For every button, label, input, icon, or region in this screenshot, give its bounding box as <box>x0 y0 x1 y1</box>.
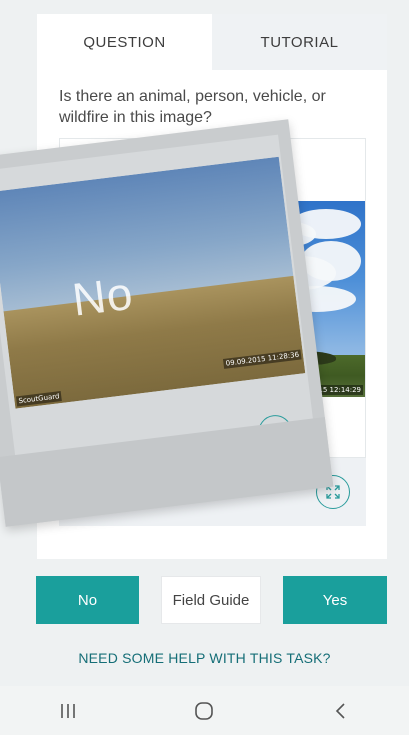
screen: QUESTION TUTORIAL Is there an animal, pe… <box>0 0 409 735</box>
home-button[interactable] <box>179 691 229 731</box>
back-button[interactable] <box>316 691 366 731</box>
system-nav-bar <box>0 686 409 735</box>
tab-tutorial[interactable]: TUTORIAL <box>212 14 387 70</box>
help-link[interactable]: NEED SOME HELP WITH THIS TASK? <box>0 650 409 666</box>
task-tabs: QUESTION TUTORIAL <box>37 14 387 70</box>
recents-icon <box>61 703 75 718</box>
field-guide-button[interactable]: Field Guide <box>161 576 261 624</box>
swipe-answer-overlay: No <box>69 266 137 326</box>
no-button[interactable]: No <box>36 576 139 624</box>
front-subject-card[interactable]: No ScoutGuard 09.09.2015 11:28:36 <box>0 119 334 527</box>
home-icon <box>195 701 214 720</box>
yes-button[interactable]: Yes <box>283 576 387 624</box>
front-subject-image: No ScoutGuard 09.09.2015 11:28:36 <box>0 156 306 409</box>
recents-button[interactable] <box>43 691 93 731</box>
back-icon <box>335 702 345 719</box>
tab-question[interactable]: QUESTION <box>37 14 212 70</box>
question-text: Is there an animal, person, vehicle, or … <box>59 88 326 126</box>
